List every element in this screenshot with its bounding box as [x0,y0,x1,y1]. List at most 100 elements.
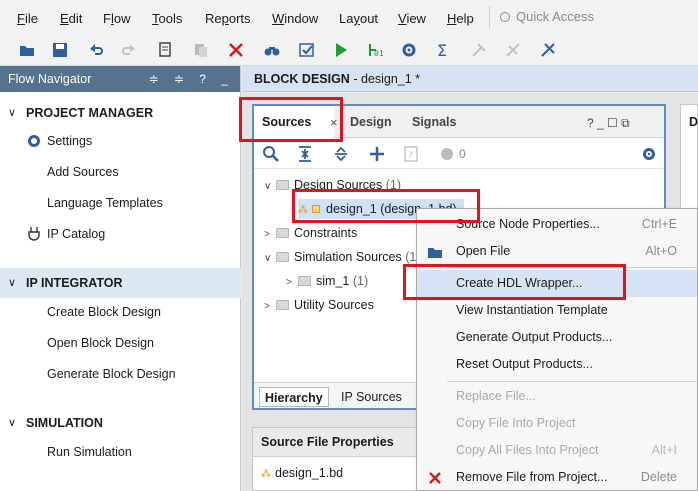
warning-count: 0 [459,147,466,161]
quick-access-search[interactable]: Quick Access [489,6,689,28]
section-project-manager[interactable]: ∨ PROJECT MANAGER [0,98,241,128]
source-file-properties: Source File Properties ⁂ design_1.bd [252,427,422,491]
tab-signals[interactable]: Signals [404,106,464,138]
gear-icon [28,135,40,147]
block-design-header: BLOCK DESIGN - design_1 * [242,66,698,92]
settings-gear-icon[interactable] [398,39,420,61]
source-file-properties-file: ⁂ design_1.bd [261,466,344,480]
menu-source-node-properties[interactable]: Source Node Properties... Ctrl+E [417,211,697,238]
section-ip-integrator[interactable]: ∨ IP INTEGRATOR [0,268,241,298]
menu-view-instantiation-template[interactable]: View Instantiation Template [417,297,697,324]
menu-view[interactable]: View [398,11,426,26]
menu-remove-file-from-project[interactable]: Remove File from Project... Delete [417,464,697,491]
block-design-icon: ⁂ [261,469,271,480]
menu-reset-output-products[interactable]: Reset Output Products... [417,351,697,378]
menu-copy-file-into-project[interactable]: Copy File Into Project [417,410,697,437]
chevron-down-icon: ∨ [8,107,17,119]
flow-navigator: Flow Navigator ≑ ≑ ? _ ∨ PROJECT MANAGER … [0,66,241,491]
svg-text:Σ: Σ [437,41,447,59]
sources-toolbar: ? 0 [254,139,664,169]
run-icon[interactable] [330,39,352,61]
sources-tabs: Sources × Design Signals ? _ ☐ ⧉ [254,106,664,138]
nav-create-block-design[interactable]: Create Block Design [47,303,161,321]
menu-replace-file[interactable]: Replace File... [417,383,697,410]
folder-icon [298,276,311,286]
collapse-all-icon[interactable] [296,145,314,163]
menu-copy-all-files-into-project[interactable]: Copy All Files Into Project Alt+I [417,437,697,464]
tree-constraints[interactable]: > Constraints [264,223,357,243]
menu-flow[interactable]: Flow [103,11,130,26]
chevron-down-icon: ∨ [264,253,272,264]
nav-settings[interactable]: Settings [47,132,92,150]
disabled-tool-icon[interactable] [468,39,490,61]
copy-icon[interactable] [154,39,176,61]
block-design-icon: ⁂ [298,205,308,216]
svg-text:01: 01 [374,49,384,58]
flow-navigator-controls[interactable]: ≑ ≑ ? _ [149,66,234,92]
nav-language-templates[interactable]: Language Templates [47,194,163,212]
nav-add-sources[interactable]: Add Sources [47,163,119,181]
undo-icon[interactable] [85,39,107,61]
source-file-properties-title: Source File Properties [253,428,421,457]
find-icon[interactable] [261,39,283,61]
folder-icon [276,300,289,310]
menu-open-file[interactable]: Open File Alt+O [417,238,697,265]
nav-ip-catalog[interactable]: IP Catalog [47,225,105,243]
plug-icon [28,227,40,241]
nav-generate-block-design[interactable]: Generate Block Design [47,365,176,383]
menu-tools[interactable]: Tools [152,11,182,26]
menu-file[interactable]: File [17,11,38,26]
tree-simulation-sources[interactable]: ∨ Simulation Sources (1 [264,247,416,267]
menu-separator [447,267,697,268]
context-menu: Source Node Properties... Ctrl+E Open Fil… [416,208,698,491]
chevron-right-icon: > [286,277,292,288]
help-doc-icon[interactable]: ? [402,145,420,163]
tree-sim-1[interactable]: > sim_1 (1) [286,271,368,291]
gear-icon[interactable] [640,145,658,163]
chevron-down-icon: ∨ [8,417,17,429]
menu-create-hdl-wrapper[interactable]: Create HDL Wrapper... [417,270,697,297]
menu-edit[interactable]: Edit [60,11,82,26]
step-icon[interactable]: 01 [364,39,386,61]
tab-ip-sources[interactable]: IP Sources [336,387,407,407]
chevron-down-icon: ∨ [8,277,17,289]
delete-icon[interactable] [225,39,247,61]
status-dot-icon [441,148,453,160]
cut-tool-icon[interactable] [537,39,559,61]
check-icon[interactable] [296,39,318,61]
flow-navigator-header: Flow Navigator ≑ ≑ ? _ [0,66,240,92]
add-icon[interactable] [368,145,386,163]
menu-reports[interactable]: Reports [205,11,251,26]
paste-icon[interactable] [190,39,212,61]
save-icon[interactable] [49,39,71,61]
tree-utility-sources[interactable]: > Utility Sources [264,295,374,315]
folder-icon [276,252,289,262]
sigma-icon[interactable]: Σ [432,39,454,61]
tab-design[interactable]: Design [342,106,400,138]
search-icon[interactable] [262,145,280,163]
main-toolbar: 01 Σ [0,36,698,66]
menu-window[interactable]: Window [272,11,318,26]
disabled-tool2-icon[interactable] [502,39,524,61]
close-icon[interactable]: × [330,106,338,140]
nav-open-block-design[interactable]: Open Block Design [47,334,154,352]
panel-window-controls[interactable]: ? _ ☐ ⧉ [587,116,630,131]
nav-run-simulation[interactable]: Run Simulation [47,443,132,461]
delete-icon [429,472,441,484]
svg-text:?: ? [408,151,413,161]
chevron-right-icon: > [264,301,270,312]
menu-layout[interactable]: Layout [339,11,378,26]
redo-icon[interactable] [118,39,140,61]
chevron-down-icon: ∨ [264,181,272,192]
open-project-icon[interactable] [16,39,38,61]
expand-all-icon[interactable] [332,145,350,163]
menu-help[interactable]: Help [447,11,474,26]
status-square-icon [312,205,320,213]
section-simulation[interactable]: ∨ SIMULATION [0,408,241,438]
tab-hierarchy[interactable]: Hierarchy [259,387,329,407]
tree-design-sources[interactable]: ∨ Design Sources (1) [264,175,401,195]
menu-generate-output-products[interactable]: Generate Output Products... [417,324,697,351]
folder-icon [276,228,289,238]
search-icon [500,12,510,22]
tab-sources[interactable]: Sources [254,106,334,138]
